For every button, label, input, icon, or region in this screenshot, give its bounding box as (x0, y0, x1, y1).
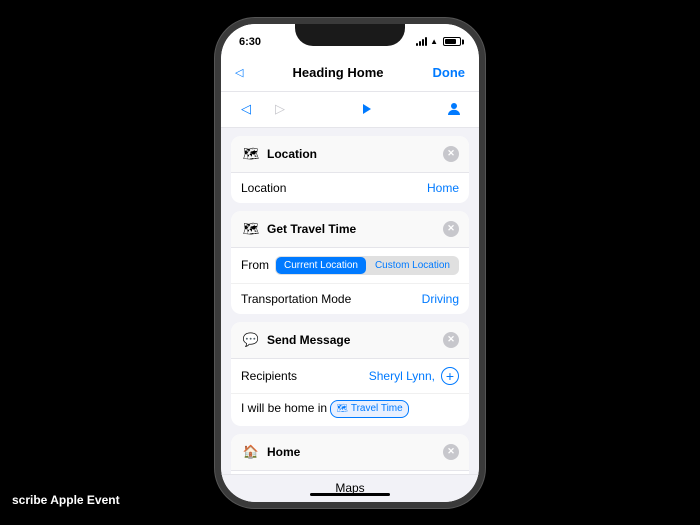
screen: 6:30 ▲ ◁ Heading Home Done (221, 24, 479, 502)
notch (295, 24, 405, 46)
home-indicator (310, 493, 390, 496)
location-row: Location Home (231, 173, 469, 203)
wifi-icon: ▲ (430, 37, 438, 46)
transport-row: Transportation Mode Driving (231, 284, 469, 314)
battery-icon (443, 37, 461, 46)
toolbar: ◁ ▷ (221, 92, 479, 128)
message-text-static: I will be home in (241, 401, 327, 415)
home-close-button[interactable]: ✕ (443, 444, 459, 460)
send-message-card-title: Send Message (267, 333, 350, 347)
nav-back-button[interactable]: ◁ (235, 66, 243, 79)
chip-label: Travel Time (351, 402, 403, 416)
home-card: 🏠 Home ✕ Set thermostat to 70° (231, 434, 469, 474)
travel-time-close-button[interactable]: ✕ (443, 221, 459, 237)
back-icon[interactable]: ◁ (235, 98, 257, 120)
send-message-card-header: 💬 Send Message ✕ (231, 322, 469, 359)
home-card-header: 🏠 Home ✕ (231, 434, 469, 471)
message-text-row: I will be home in 🗺 Travel Time (231, 394, 469, 426)
recipients-label: Recipients (241, 369, 297, 383)
bottom-bar: Maps (221, 474, 479, 502)
location-card-title: Location (267, 147, 317, 161)
forward-icon[interactable]: ▷ (269, 98, 291, 120)
chip-map-icon: 🗺 (336, 402, 347, 415)
send-message-close-button[interactable]: ✕ (443, 332, 459, 348)
location-card-icon: 🗺 (241, 144, 261, 164)
current-location-segment[interactable]: Current Location (276, 257, 366, 274)
toolbar-left: ◁ ▷ (235, 98, 291, 120)
from-label: From (241, 258, 269, 272)
recipient-name[interactable]: Sheryl Lynn, (369, 369, 435, 383)
recipients-row: Recipients Sheryl Lynn, + (231, 359, 469, 394)
send-message-card-icon: 💬 (241, 330, 261, 350)
travel-time-chip[interactable]: 🗺 Travel Time (330, 400, 408, 418)
location-close-button[interactable]: ✕ (443, 146, 459, 162)
home-card-icon: 🏠 (241, 442, 261, 462)
custom-location-segment[interactable]: Custom Location (367, 257, 458, 274)
travel-time-card: 🗺 Get Travel Time ✕ From Current Locatio… (231, 211, 469, 314)
send-message-card: 💬 Send Message ✕ Recipients Sheryl Lynn,… (231, 322, 469, 426)
travel-time-card-icon: 🗺 (241, 219, 261, 239)
play-button[interactable] (356, 98, 378, 120)
location-segment-control[interactable]: Current Location Custom Location (275, 256, 459, 275)
travel-time-card-header: 🗺 Get Travel Time ✕ (231, 211, 469, 248)
from-row: From Current Location Custom Location (231, 248, 469, 284)
add-recipient-button[interactable]: + (441, 367, 459, 385)
location-card-header: 🗺 Location ✕ (231, 136, 469, 173)
play-triangle-icon (363, 104, 371, 114)
location-row-label: Location (241, 181, 286, 195)
home-card-title: Home (267, 445, 300, 459)
location-card: 🗺 Location ✕ Location Home (231, 136, 469, 203)
nav-bar: ◁ Heading Home Done (221, 54, 479, 92)
scroll-content[interactable]: 🗺 Location ✕ Location Home 🗺 Get Travel … (221, 128, 479, 474)
done-button[interactable]: Done (432, 65, 465, 80)
transport-label: Transportation Mode (241, 292, 351, 306)
transport-value[interactable]: Driving (422, 292, 459, 306)
location-row-value[interactable]: Home (427, 181, 459, 195)
phone-frame: 6:30 ▲ ◁ Heading Home Done (215, 18, 485, 508)
signal-bars-icon (416, 37, 427, 46)
travel-time-card-title: Get Travel Time (267, 222, 356, 236)
status-icons: ▲ (416, 37, 461, 46)
watermark: scribe Apple Event (12, 493, 120, 507)
nav-title: Heading Home (292, 65, 383, 80)
person-icon[interactable] (443, 98, 465, 120)
status-time: 6:30 (239, 36, 261, 48)
